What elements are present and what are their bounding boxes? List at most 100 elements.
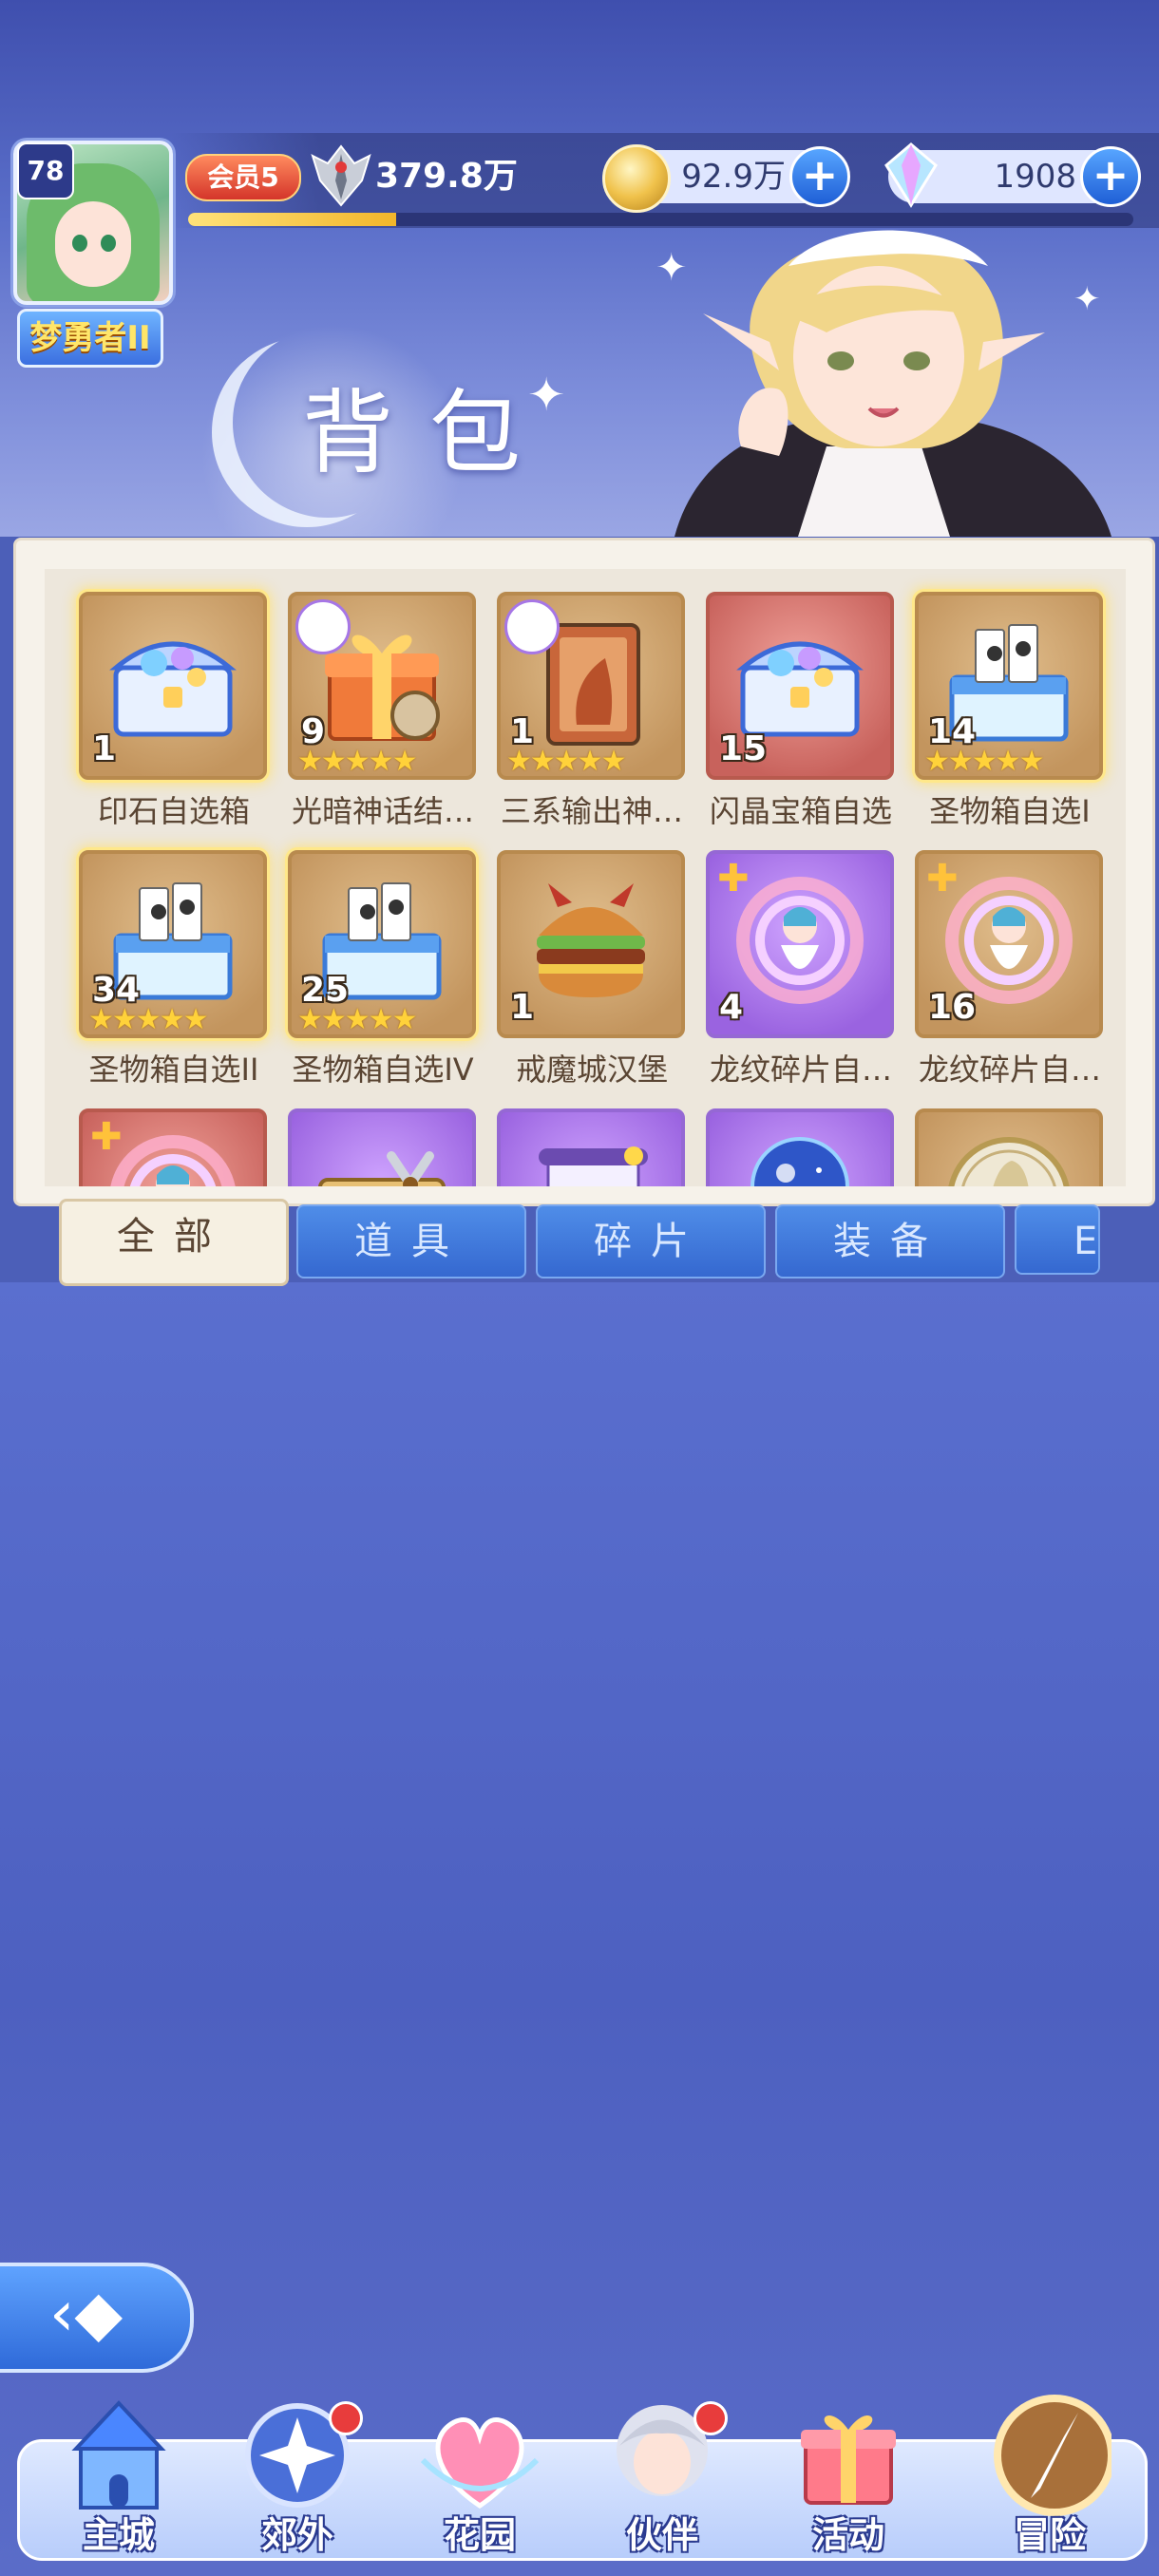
coin-icon	[948, 1137, 1070, 1186]
inventory-item[interactable]: 15 闪晶宝箱自选	[696, 584, 905, 839]
inventory-item[interactable]: 9探索地图	[487, 1101, 696, 1186]
avatar-eye	[101, 235, 116, 252]
gold-amount: 92.9万	[681, 158, 786, 196]
nav-label: 伙伴	[625, 2514, 698, 2556]
inventory-item[interactable]: ✚ 16 龙纹碎片自…	[905, 843, 1114, 1097]
inventory-item[interactable]: 9 ★★★★★ 光暗神话结…	[278, 584, 487, 839]
gold-coin-icon	[602, 144, 671, 213]
map-scroll-icon	[539, 1146, 648, 1186]
inventory-item[interactable]: 28712进阶晶球	[696, 1101, 905, 1186]
inventory-panel: 1 印石自选箱 9 ★★★★★ 光暗神话结… 1 ★★★★★ 三系输出神… 15 闪晶宝箱自选 14…	[13, 538, 1155, 1206]
castle-icon	[71, 2400, 166, 2510]
ticket-icon	[318, 1151, 446, 1186]
nav-item-companion-avatar[interactable]: 伙伴	[581, 2394, 743, 2565]
gift-icon	[801, 2415, 896, 2505]
combat-power-value: 379.8万	[375, 157, 518, 196]
lower-background	[0, 1282, 1159, 2576]
item-tile: 1 ★★★★★	[497, 592, 685, 780]
item-tile: ✚89	[79, 1108, 267, 1186]
item-tile: ✚ 16	[915, 850, 1103, 1038]
nav-label: 花园	[443, 2514, 516, 2556]
item-tile: 71	[288, 1108, 476, 1186]
burger-icon	[537, 883, 645, 997]
item-count: 1	[92, 729, 117, 768]
gem-icon	[884, 142, 938, 208]
combat-power-icon	[311, 144, 371, 207]
page-title: 背包	[302, 380, 557, 486]
inventory-item[interactable]: 2祷告币	[905, 1101, 1114, 1186]
vip-badge[interactable]: 会员5	[185, 154, 301, 201]
item-tile: 25 ★★★★★	[288, 850, 476, 1038]
avatar-face	[55, 201, 131, 287]
inventory-item[interactable]: 1 戒魔城汉堡	[487, 843, 696, 1097]
item-tile: 15	[706, 592, 894, 780]
inventory-scroll-area[interactable]: 1 印石自选箱 9 ★★★★★ 光暗神话结… 1 ★★★★★ 三系输出神… 15 闪晶宝箱自选 14…	[45, 569, 1126, 1186]
add-gold-button[interactable]: +	[789, 146, 850, 207]
inventory-item[interactable]: ✚ 4 龙纹碎片自…	[696, 843, 905, 1097]
nav-item-adventure-compass[interactable]: 冒险	[969, 2394, 1130, 2565]
gold-resource: 92.9万 +	[602, 144, 850, 213]
item-tile: 1	[497, 850, 685, 1038]
item-name: 圣物箱自选I	[929, 793, 1091, 829]
item-tile: 34 ★★★★★	[79, 850, 267, 1038]
item-tile: ✚ 4	[706, 850, 894, 1038]
player-rank-title: 梦勇者II	[17, 309, 163, 368]
tab-2[interactable]: 碎片	[536, 1204, 766, 1279]
nav-item-castle[interactable]: 主城	[38, 2394, 200, 2565]
tab-1[interactable]: 道具	[296, 1204, 526, 1279]
item-name: 三系输出神…	[500, 793, 683, 829]
item-name: 龙纹碎片自…	[709, 1051, 892, 1088]
inventory-item[interactable]: 71勇者杯门票	[278, 1101, 487, 1186]
item-tile: 9 ★★★★★	[288, 592, 476, 780]
back-button[interactable]: ‹◆	[0, 2263, 194, 2373]
element-type-icon	[295, 599, 351, 654]
avatar-eye	[72, 235, 87, 252]
tab-3[interactable]: 装备	[775, 1204, 1005, 1279]
gem-resource: 1908 +	[884, 142, 1141, 208]
maid-character-illustration	[674, 230, 1112, 537]
puzzle-icon: ✚	[717, 857, 750, 900]
item-tile: 14 ★★★★★	[915, 592, 1103, 780]
adventure-compass-icon	[994, 2395, 1112, 2516]
star-rating: ★★★★★	[297, 745, 417, 778]
exp-progress-fill	[188, 213, 396, 226]
star-rating: ★★★★★	[924, 745, 1044, 778]
item-name: 圣物箱自选II	[88, 1051, 259, 1088]
inventory-item[interactable]: ✚89龙纹碎片自…	[69, 1101, 278, 1186]
puzzle-icon: ✚	[90, 1115, 123, 1159]
exp-progress-bar	[188, 213, 1133, 226]
inventory-item[interactable]: 34 ★★★★★ 圣物箱自选II	[69, 843, 278, 1097]
inventory-item[interactable]: 25 ★★★★★ 圣物箱自选IV	[278, 843, 487, 1097]
fragment-icon	[110, 1135, 236, 1186]
tab-4[interactable]: E	[1015, 1204, 1100, 1275]
notification-dot	[329, 2401, 363, 2435]
item-tile: 2	[915, 1108, 1103, 1186]
inventory-item[interactable]: 1 印石自选箱	[69, 584, 278, 839]
item-name: 闪晶宝箱自选	[709, 793, 892, 829]
nav-item-heart-garden[interactable]: 花园	[399, 2394, 560, 2565]
item-count: 15	[719, 729, 768, 768]
nav-item-compass-gate[interactable]: 郊外	[217, 2394, 378, 2565]
item-tile: 28712	[706, 1108, 894, 1186]
back-arrow-icon: ‹◆	[49, 2277, 124, 2350]
nav-label: 主城	[82, 2514, 155, 2556]
chest-icon	[109, 641, 237, 737]
item-name: 戒魔城汉堡	[515, 1051, 668, 1088]
inventory-item[interactable]: 1 ★★★★★ 三系输出神…	[487, 584, 696, 839]
item-count: 4	[719, 988, 744, 1027]
star-rating: ★★★★★	[88, 1003, 208, 1036]
star-rating: ★★★★★	[506, 745, 626, 778]
nav-item-gift[interactable]: 活动	[768, 2394, 929, 2565]
add-gems-button[interactable]: +	[1080, 146, 1141, 207]
element-type-icon	[504, 599, 560, 654]
notification-dot	[694, 2401, 728, 2435]
item-name: 印石自选箱	[97, 793, 250, 829]
nav-label: 冒险	[1013, 2514, 1086, 2556]
tab-0[interactable]: 全部	[59, 1199, 289, 1286]
item-count: 1	[510, 988, 535, 1027]
item-tile: 1	[79, 592, 267, 780]
inventory-item[interactable]: 14 ★★★★★ 圣物箱自选I	[905, 584, 1114, 839]
item-name: 圣物箱自选IV	[292, 1051, 474, 1088]
gem-amount: 1908	[994, 158, 1076, 196]
item-tile: 9	[497, 1108, 685, 1186]
